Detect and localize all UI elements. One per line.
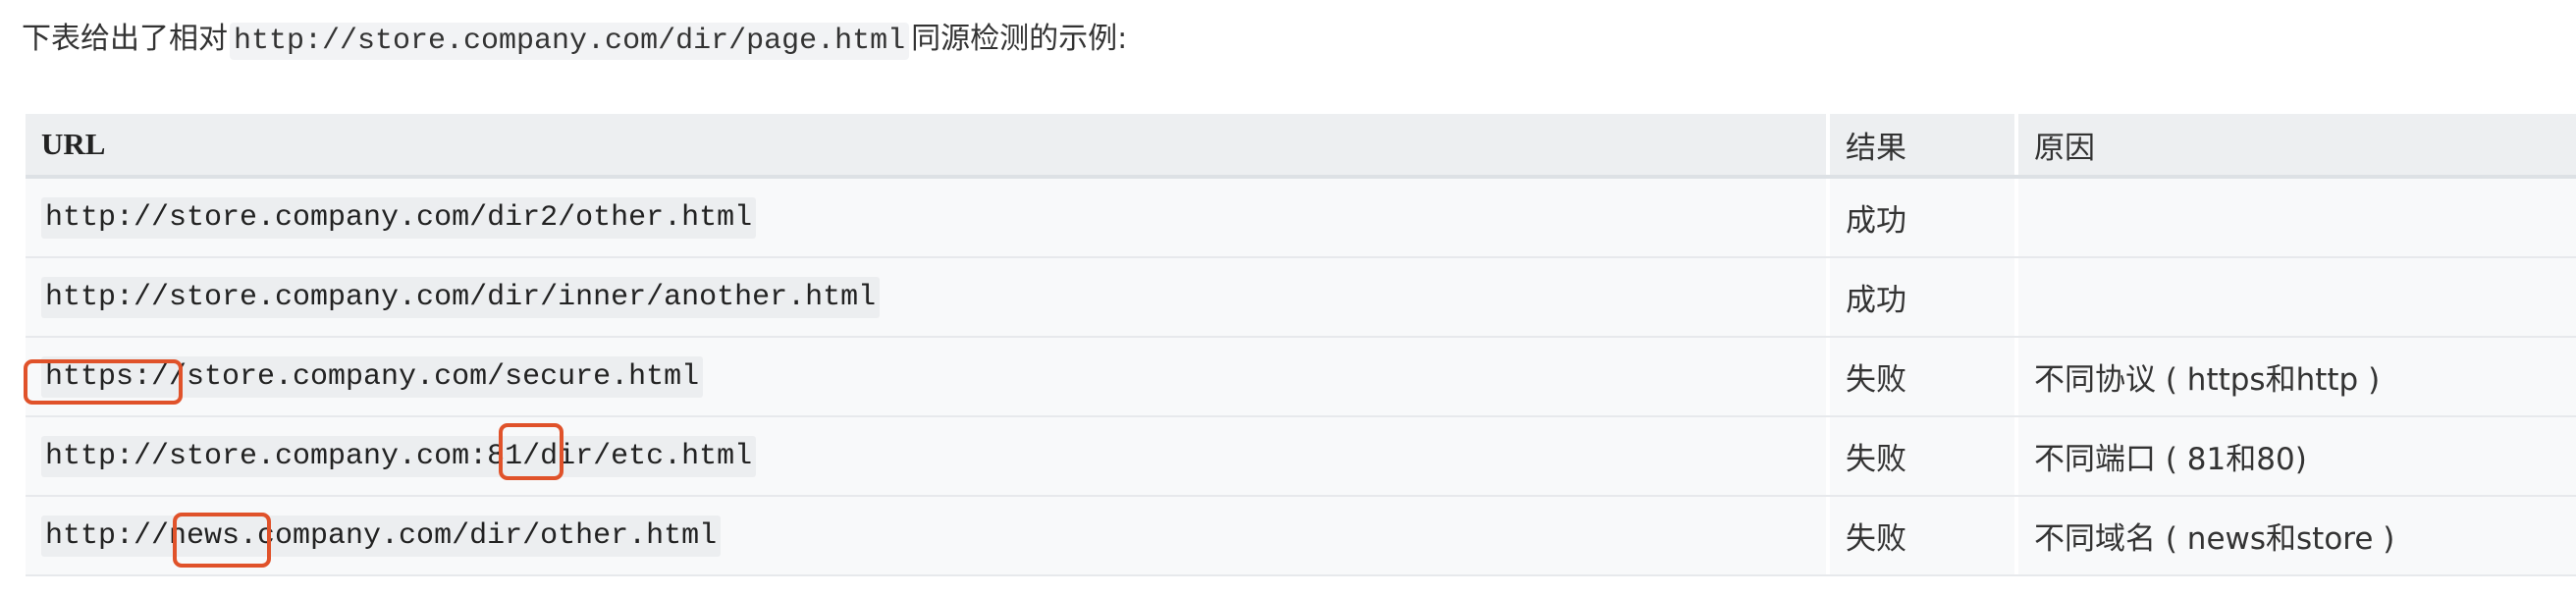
table-row: http://news.company.com/dir/other.html 失…: [26, 497, 2576, 576]
protocol-highlight: [24, 359, 183, 405]
header-url: URL: [41, 127, 106, 161]
intro-suffix: 同源检测的示例:: [911, 22, 1128, 56]
url-cell: http://store.company.com/dir/inner/anoth…: [26, 258, 1826, 336]
reason-cell: [2014, 179, 2576, 256]
url-cell: http://news.company.com/dir/other.html: [26, 497, 1826, 574]
url-code: http://news.company.com/dir/other.html: [41, 515, 722, 557]
table-row: http://store.company.com/dir/inner/anoth…: [26, 258, 2576, 338]
table-row: http://store.company.com:81/dir/etc.html…: [26, 417, 2576, 497]
intro-prefix: 下表给出了相对: [22, 22, 228, 56]
header-result: 结果: [1826, 114, 2014, 175]
url-cell: https://store.company.com/secure.html: [26, 338, 1826, 415]
url-cell: http://store.company.com:81/dir/etc.html: [26, 417, 1826, 495]
url-cell: http://store.company.com/dir2/other.html: [26, 179, 1826, 256]
result-cell: 失败: [1826, 497, 2014, 574]
intro-code: http://store.company.com/dir/page.html: [230, 23, 910, 60]
url-code: http://store.company.com/dir2/other.html: [41, 196, 757, 239]
port-highlight: [499, 423, 564, 480]
table-row: http://store.company.com/dir2/other.html…: [26, 179, 2576, 258]
reason-cell: 不同域名 ( news和store ): [2014, 497, 2576, 574]
result-cell: 成功: [1826, 258, 2014, 336]
intro-paragraph: 下表给出了相对 http://store.company.com/dir/page…: [22, 12, 1127, 67]
reason-cell: [2014, 258, 2576, 336]
same-origin-table: URL 结果 原因 http://store.company.com/dir2/…: [24, 114, 2576, 576]
url-code: http://store.company.com:81/dir/etc.html: [41, 435, 757, 477]
reason-cell: 不同端口 ( 81和80): [2014, 417, 2576, 495]
table-row: https://store.company.com/secure.html 失败…: [24, 338, 2576, 417]
reason-cell: 不同协议 ( https和http ): [2014, 338, 2576, 415]
result-cell: 失败: [1826, 417, 2014, 495]
result-cell: 成功: [1826, 179, 2014, 256]
table-header-row: URL 结果 原因: [26, 114, 2576, 179]
url-code: http://store.company.com/dir/inner/anoth…: [41, 276, 881, 318]
result-cell: 失败: [1826, 338, 2014, 415]
domain-highlight: [173, 513, 271, 568]
header-reason: 原因: [2014, 114, 2576, 175]
